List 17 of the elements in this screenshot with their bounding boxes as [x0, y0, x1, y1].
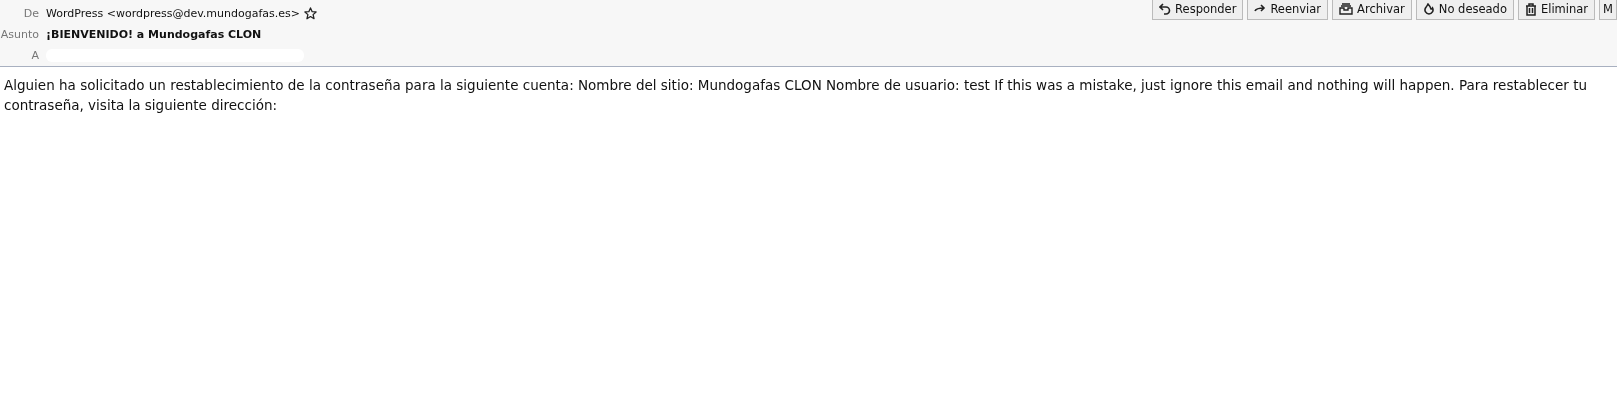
star-icon[interactable] — [304, 7, 318, 20]
field-label: Asunto — [0, 28, 39, 41]
forward-button[interactable]: Reenviar — [1247, 0, 1329, 20]
junk-button[interactable]: No deseado — [1415, 0, 1514, 20]
delete-button[interactable]: Eliminar — [1517, 0, 1596, 20]
archive-icon — [1339, 3, 1354, 15]
reply-button[interactable]: Responder — [1152, 0, 1244, 20]
field-label: A — [30, 49, 39, 62]
field-label: De — [22, 7, 39, 20]
flame-icon — [1422, 3, 1435, 15]
trash-icon — [1524, 2, 1537, 16]
sender-text: WordPress <wordpress@dev.mundogafas.es> — [46, 7, 301, 20]
more-button[interactable]: M — [1599, 0, 1617, 20]
archive-button[interactable]: Archivar — [1332, 0, 1412, 20]
message-body-text: Alguien ha solicitado un restablecimiento de la contraseña para la siguiente cuenta: Nombre del sitio: Mundogafas CLON Nombre de usuario: test If this was a mistake, just ignore this email and nothing will happen. Para restablecer tu contraseña, visita la siguiente dirección: — [4, 76, 1589, 115]
subject-text: ¡BIENVENIDO! a Mundogafas CLON — [46, 28, 262, 41]
reply-icon — [1159, 3, 1172, 15]
